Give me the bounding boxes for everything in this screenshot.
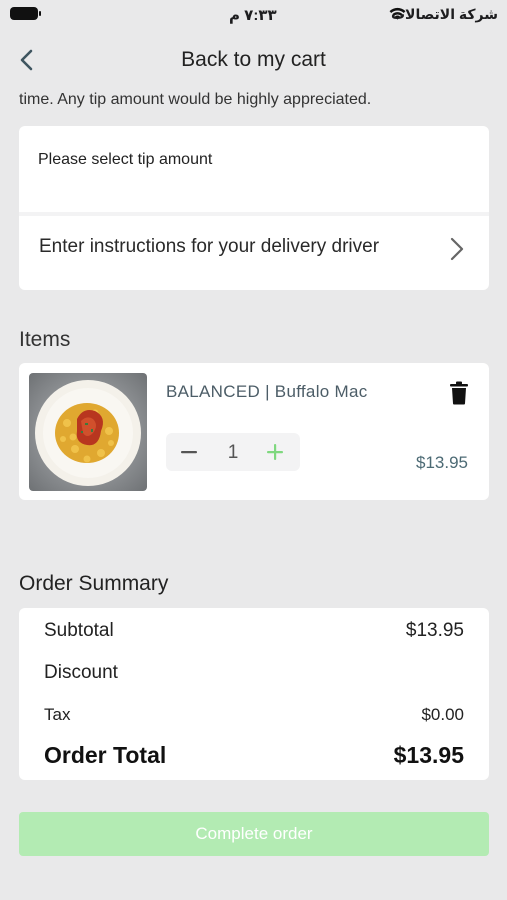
page-title: Back to my cart bbox=[181, 48, 326, 71]
quantity-stepper: 1 bbox=[166, 433, 300, 471]
subtotal-value: $13.95 bbox=[405, 620, 464, 641]
carrier-name: شركة الاتصالات bbox=[390, 6, 498, 22]
discount-label: Discount bbox=[44, 662, 118, 683]
cart-item: BALANCED | Buffalo Mac 1 $13.95 bbox=[19, 363, 489, 500]
nav-header: Back to my cart bbox=[0, 38, 507, 82]
order-summary-title: Order Summary bbox=[19, 572, 169, 595]
delivery-instructions-label: Enter instructions for your delivery dri… bbox=[39, 236, 380, 257]
battery-icon bbox=[10, 7, 41, 20]
tip-card: Please select tip amount Enter instructi… bbox=[19, 126, 489, 290]
tip-note: time. Any tip amount would be highly app… bbox=[19, 91, 372, 108]
chevron-right-icon bbox=[450, 237, 464, 261]
tax-value: $0.00 bbox=[421, 705, 464, 724]
food-image[interactable] bbox=[29, 373, 147, 491]
complete-order-button[interactable]: Complete order bbox=[19, 812, 489, 856]
item-name: BALANCED | Buffalo Mac bbox=[166, 382, 368, 401]
tip-select-label: Please select tip amount bbox=[38, 151, 213, 168]
trash-icon[interactable] bbox=[449, 381, 469, 405]
order-summary-card: Subtotal $13.95 Discount Tax $0.00 Order… bbox=[19, 608, 489, 780]
tip-amount-selector[interactable]: Please select tip amount bbox=[19, 126, 489, 212]
status-bar: ٧:٣٣ م شركة الاتصالات bbox=[0, 0, 507, 30]
tax-label: Tax bbox=[44, 705, 71, 724]
order-total-label: Order Total bbox=[44, 742, 167, 768]
minus-icon[interactable] bbox=[178, 443, 200, 461]
items-section-title: Items bbox=[19, 328, 71, 351]
plus-icon[interactable] bbox=[265, 442, 285, 462]
quantity-value: 1 bbox=[227, 442, 239, 463]
order-total-value: $13.95 bbox=[393, 742, 464, 768]
subtotal-label: Subtotal bbox=[44, 620, 114, 641]
delivery-instructions-row[interactable]: Enter instructions for your delivery dri… bbox=[19, 216, 489, 290]
status-time: ٧:٣٣ م bbox=[229, 7, 277, 24]
item-price: $13.95 bbox=[416, 453, 468, 472]
